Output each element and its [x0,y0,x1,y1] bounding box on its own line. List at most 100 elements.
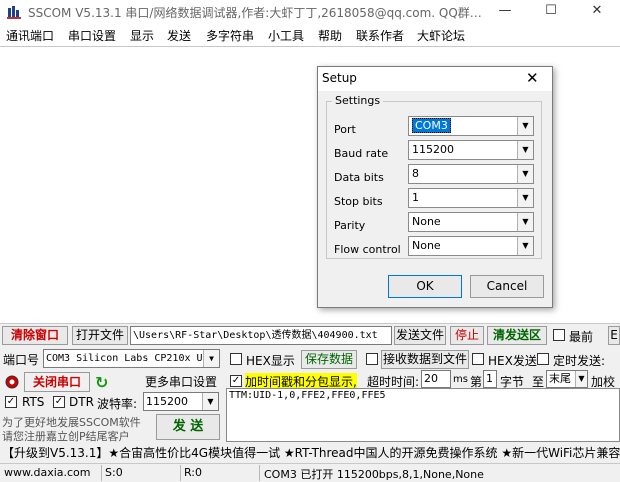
hex-display-label: HEX显示 [246,354,295,368]
maximize-button[interactable]: ☐ [528,0,574,24]
data-bits-select[interactable]: 8 ▼ [408,164,534,184]
dialog-title: Setup [322,71,357,85]
chevron-down-icon: ▼ [517,117,533,135]
sent-count: S:0 [105,466,123,479]
status-bar: www.daxia.com S:0 R:0 COM3 已打开 115200bps… [0,463,620,482]
status-divider [101,465,102,481]
send-button[interactable]: 发 送 [156,414,220,440]
port-number-select[interactable]: COM3 Silicon Labs CP210x U ▼ [43,349,220,368]
port-label: Port [334,123,356,136]
menu-send[interactable]: 发送 [167,27,191,44]
menu-multi-string[interactable]: 多字符串 [206,27,254,44]
baud-rate-value: 115200 [412,143,454,156]
parity-value: None [412,215,441,228]
timed-send-label: 定时发送: [553,354,606,368]
data-bits-value: 8 [412,167,419,180]
status-divider [259,465,260,481]
end-select[interactable]: 末尾 ▼ [546,370,588,388]
menu-port-settings[interactable]: 串口设置 [68,27,116,44]
dialog-title-bar: Setup ✕ [318,67,552,91]
close-button[interactable]: ✕ [574,0,620,24]
menu-display[interactable]: 显示 [130,27,154,44]
save-data-button[interactable]: 保存数据 [301,350,357,369]
timestamp-checkbox[interactable]: ✓ [230,375,242,387]
chevron-down-icon: ▼ [517,189,533,207]
received-count: R:0 [184,466,203,479]
receive-to-file-button[interactable]: 接收数据到文件 [381,350,469,369]
more-port-settings-link[interactable]: 更多串口设置 [145,373,217,390]
menu-forum[interactable]: 大虾论坛 [417,27,465,44]
english-toggle[interactable]: E [608,326,620,345]
baud-rate-select[interactable]: 115200 ▼ [408,140,534,160]
chevron-down-icon: ▼ [203,350,219,367]
hex-send-label: HEX发送 [488,354,537,368]
setup-dialog: Setup ✕ Settings Port COM3 ▼ Baud rate 1… [317,66,553,308]
port-select-value: COM3 [412,118,451,133]
baud-rate-value-main: 115200 [146,395,188,408]
flow-control-select[interactable]: None ▼ [408,236,534,256]
clear-send-button[interactable]: 清发送区 [487,326,547,345]
promo-line-2: 请您注册嘉立创P结尾客户 [2,430,130,443]
rts-checkbox[interactable]: ✓ [5,396,17,408]
dialog-close-icon[interactable]: ✕ [526,69,539,87]
timed-send-checkbox[interactable] [537,353,549,365]
byte-index-input[interactable]: 1 [483,370,497,388]
dtr-checkbox[interactable]: ✓ [53,396,65,408]
chevron-down-icon: ▼ [202,393,218,410]
hex-send-checkbox[interactable] [472,353,484,365]
flow-control-label: Flow control [334,243,401,256]
ok-button[interactable]: OK [388,275,462,298]
file-path-field[interactable]: \Users\RF-Star\Desktop\透传数据\404900.txt [130,326,392,345]
stop-bits-select[interactable]: 1 ▼ [408,188,534,208]
settings-group-label: Settings [332,94,384,107]
stop-bits-value: 1 [412,191,419,204]
chevron-down-icon: ▼ [517,213,533,231]
chevron-down-icon: ▼ [517,237,533,255]
stop-bits-label: Stop bits [334,195,383,208]
title-bar: SSCOM V5.13.1 串口/网络数据调试器,作者:大虾丁丁,2618058… [0,0,620,24]
menu-help[interactable]: 帮助 [318,27,342,44]
baud-rate-label: Baud rate [334,147,389,160]
menu-tools[interactable]: 小工具 [268,27,304,44]
port-select[interactable]: COM3 ▼ [408,116,534,136]
chevron-down-icon: ▼ [517,141,533,159]
window-title: SSCOM V5.13.1 串口/网络数据调试器,作者:大虾丁丁,2618058… [28,6,482,20]
news-ticker[interactable]: 【升级到V5.13.1】★合宙高性价比4G模块值得一试 ★RT-Thread中国… [0,443,620,463]
hex-display-checkbox[interactable] [230,353,242,365]
cancel-button[interactable]: Cancel [470,275,544,298]
end-select-value: 末尾 [549,372,571,385]
timeout-input[interactable]: 20 [421,370,451,388]
close-port-button[interactable]: 关闭串口 [24,372,90,392]
minimize-button[interactable]: — [482,0,528,24]
chevron-down-icon: ▼ [517,165,533,183]
menu-contact-author[interactable]: 联系作者 [356,27,404,44]
baud-rate-label-main: 波特率: [97,397,138,411]
stop-button[interactable]: 停止 [450,326,484,345]
clear-window-button[interactable]: 清除窗口 [2,326,68,345]
menu-comm-port[interactable]: 通讯端口 [6,27,54,44]
open-file-button[interactable]: 打开文件 [72,326,128,345]
flow-control-value: None [412,239,441,252]
chevron-down-icon: ▼ [575,371,587,387]
baud-rate-select-main[interactable]: 115200 ▼ [143,392,219,411]
send-textarea[interactable]: TTM:UID-1,0,FFE2,FFE0,FFE5 [226,388,620,442]
dtr-label: DTR [69,395,94,409]
app-icon [7,6,21,19]
status-divider [180,465,181,481]
data-bits-label: Data bits [334,171,384,184]
port-number-value: COM3 Silicon Labs CP210x U [46,353,203,364]
menu-bar: 通讯端口 串口设置 显示 发送 多字符串 小工具 帮助 联系作者 大虾论坛 [0,24,620,46]
parity-label: Parity [334,219,366,232]
receive-to-file-checkbox[interactable] [366,353,378,365]
port-status: COM3 已打开 115200bps,8,1,None,None [264,468,484,481]
port-number-label: 端口号 [3,353,40,367]
parity-select[interactable]: None ▼ [408,212,534,232]
rts-label: RTS [22,395,45,409]
port-status-light-icon [5,375,19,389]
send-file-button[interactable]: 发送文件 [394,326,446,345]
topmost-label: 最前 [569,330,594,344]
website-link[interactable]: www.daxia.com [4,466,91,479]
topmost-checkbox[interactable] [553,329,565,341]
refresh-icon[interactable]: ↻ [95,373,108,392]
timeout-unit: ms [453,374,468,385]
